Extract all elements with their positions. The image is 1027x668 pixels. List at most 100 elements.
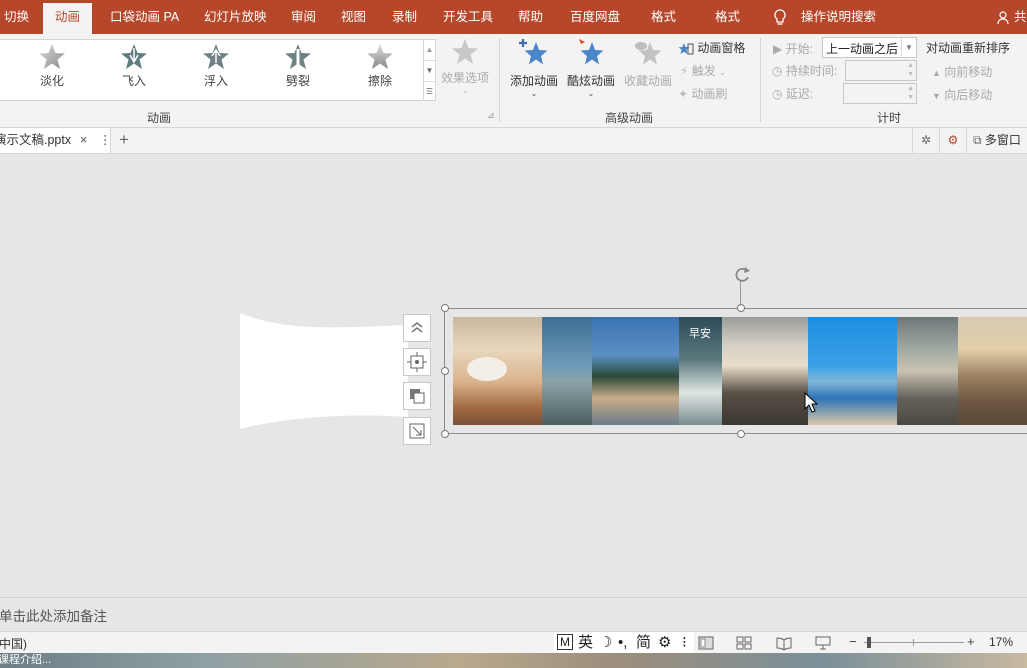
document-tab[interactable]: 演示文稿.pptx × ⋮ bbox=[0, 128, 112, 153]
ime-english[interactable]: 英 bbox=[578, 634, 593, 652]
reading-view-icon[interactable] bbox=[775, 635, 793, 651]
painter-star-icon: ✦ bbox=[678, 87, 689, 101]
align-center-icon[interactable] bbox=[403, 348, 431, 376]
tab-format-1[interactable]: 格式 bbox=[651, 0, 676, 34]
ime-moon-icon[interactable]: ☽ bbox=[599, 634, 612, 652]
dialog-launcher-icon[interactable]: ⊿ bbox=[487, 110, 495, 121]
effect-options-chevron-icon: ⌄ bbox=[461, 86, 469, 95]
collect-animation-label: 收藏动画 bbox=[623, 74, 672, 88]
animation-pane-button[interactable]: 动画窗格 bbox=[678, 39, 745, 56]
zoom-in-button[interactable]: + bbox=[967, 634, 975, 649]
fade-star-icon bbox=[39, 44, 65, 69]
ime-settings-icon[interactable]: ⚙ bbox=[658, 634, 671, 652]
zoom-out-button[interactable]: − bbox=[849, 634, 857, 649]
animation-gallery: 淡化 飞入 浮入 劈裂 擦除 bbox=[0, 39, 424, 101]
start-dropdown[interactable]: 上一动画之后 ▼ bbox=[822, 37, 917, 58]
window-icon: ⧉ bbox=[973, 133, 982, 147]
ime-simplified[interactable]: 简 bbox=[636, 634, 651, 652]
move-later-button[interactable]: ▼ 向后移动 bbox=[932, 86, 992, 103]
trigger-label: 触发 bbox=[691, 64, 716, 78]
collect-animation-button[interactable]: 收藏动画 bbox=[622, 37, 674, 89]
gallery-item-fade[interactable]: 淡化 bbox=[22, 43, 82, 89]
tab-pocket-animation[interactable]: 口袋动画 PA bbox=[110, 0, 179, 34]
tab-record[interactable]: 录制 bbox=[392, 0, 417, 34]
tab-animation[interactable]: 动画 bbox=[43, 3, 93, 34]
notes-pane[interactable]: 单击此处添加备注 bbox=[0, 597, 1027, 631]
animation-painter-button[interactable]: ✦ 动画刷 bbox=[678, 85, 727, 102]
pin-icon[interactable]: ✲ bbox=[912, 128, 939, 153]
tab-switch[interactable]: 切换 bbox=[4, 0, 29, 34]
effect-options-label: 效果选项 bbox=[440, 71, 489, 85]
delay-input[interactable]: ▲ ▼ bbox=[843, 83, 917, 104]
gallery-item-wipe[interactable]: 擦除 bbox=[350, 43, 410, 89]
add-animation-chevron-icon: ⌄ bbox=[530, 89, 538, 98]
user-icon[interactable] bbox=[997, 0, 1011, 34]
duration-stepper-icon[interactable]: ▲ ▼ bbox=[907, 61, 914, 79]
layer-order-icon[interactable] bbox=[403, 382, 431, 410]
delay-stepper-icon[interactable]: ▲ ▼ bbox=[907, 84, 914, 102]
gallery-item-float-in[interactable]: 浮入 bbox=[186, 43, 246, 89]
normal-view-icon[interactable] bbox=[697, 635, 715, 651]
cool-animation-star-icon bbox=[579, 39, 604, 65]
share-button[interactable]: 共 bbox=[1014, 0, 1027, 34]
photo-caption: 早安 bbox=[689, 328, 712, 340]
resize-handle-top[interactable] bbox=[737, 304, 745, 312]
move-earlier-button[interactable]: ▲ 向前移动 bbox=[932, 63, 992, 80]
tab-slideshow[interactable]: 幻灯片放映 bbox=[204, 0, 267, 34]
collapse-up-icon[interactable] bbox=[403, 314, 431, 342]
tab-format-2[interactable]: 格式 bbox=[715, 0, 740, 34]
slide-sorter-icon[interactable] bbox=[735, 635, 753, 651]
effect-options-star-icon bbox=[452, 39, 478, 64]
gallery-item-fly-in[interactable]: 飞入 bbox=[104, 43, 164, 89]
cool-animation-button[interactable]: 酷炫动画 ⌄ bbox=[564, 37, 618, 98]
photo-morning-text: 早安 bbox=[679, 317, 722, 425]
gallery-more-button[interactable]: ☰ bbox=[424, 81, 435, 101]
tab-help[interactable]: 帮助 bbox=[518, 0, 543, 34]
resize-handle-left[interactable] bbox=[441, 367, 449, 375]
gallery-item-split[interactable]: 劈裂 bbox=[268, 43, 328, 89]
photo-beach-cloud bbox=[721, 317, 808, 425]
photo-rocks-coast bbox=[591, 317, 680, 425]
start-dropdown-chevron-icon[interactable]: ▼ bbox=[901, 38, 916, 57]
slideshow-view-icon[interactable] bbox=[814, 635, 832, 651]
add-animation-button[interactable]: 添加动画 ⌄ bbox=[508, 37, 560, 98]
zoom-slider-thumb[interactable] bbox=[867, 637, 871, 648]
tell-me-search[interactable]: 操作说明搜索 bbox=[801, 0, 876, 34]
notes-placeholder: 单击此处添加备注 bbox=[0, 609, 107, 624]
rotate-handle-icon[interactable] bbox=[732, 264, 752, 284]
more-icon[interactable]: ⋮ bbox=[99, 128, 112, 152]
resize-handle-bottom[interactable] bbox=[737, 430, 745, 438]
ime-mode-m[interactable]: M bbox=[557, 634, 573, 650]
gallery-label-split: 劈裂 bbox=[285, 74, 310, 88]
duration-input[interactable]: ▲ ▼ bbox=[845, 60, 917, 81]
tab-view[interactable]: 视图 bbox=[341, 0, 366, 34]
ime-punctuation[interactable]: •, bbox=[618, 634, 627, 652]
zoom-slider-track[interactable] bbox=[864, 642, 964, 643]
resize-icon[interactable] bbox=[403, 417, 431, 445]
taskbar-text: 课程介绍... bbox=[0, 654, 52, 666]
status-bar: 中国) M 英 ☽ •, 简 ⚙ ⁝ − + 17% bbox=[0, 631, 1027, 654]
zoom-level[interactable]: 17% bbox=[989, 635, 1013, 649]
gallery-label-fade: 淡化 bbox=[39, 74, 64, 88]
gallery-label-fly-in: 飞入 bbox=[121, 74, 146, 88]
gallery-scroll-down-button[interactable]: ▼ bbox=[424, 60, 435, 81]
tab-baidu-netdisk[interactable]: 百度网盘 bbox=[570, 0, 620, 34]
tab-developer[interactable]: 开发工具 bbox=[443, 0, 493, 34]
wave-shape[interactable] bbox=[238, 313, 408, 429]
effect-options-button[interactable]: 效果选项 ⌄ bbox=[439, 38, 491, 95]
resize-handle-bottom-left[interactable] bbox=[441, 430, 449, 438]
group-label-advanced: 高级动画 bbox=[605, 111, 654, 125]
tab-review[interactable]: 审阅 bbox=[291, 0, 316, 34]
close-icon[interactable]: × bbox=[80, 128, 87, 152]
multi-window-button[interactable]: ⧉ 多窗口 bbox=[966, 128, 1027, 153]
trigger-button[interactable]: ⚡ 触发 ⌄ bbox=[680, 62, 726, 79]
split-star-icon bbox=[285, 44, 311, 69]
photo-strip[interactable]: 早安 bbox=[453, 317, 1027, 425]
resize-handle-top-left[interactable] bbox=[441, 304, 449, 312]
gallery-scroll-up-button[interactable]: ▲ bbox=[424, 40, 435, 60]
lightbulb-icon bbox=[772, 0, 788, 34]
settings-gear-icon[interactable]: ⚙ bbox=[939, 128, 966, 153]
new-tab-button[interactable]: + bbox=[119, 128, 129, 152]
lightning-icon: ⚡ bbox=[680, 64, 689, 78]
ime-more-icon[interactable]: ⁝ bbox=[682, 634, 687, 652]
